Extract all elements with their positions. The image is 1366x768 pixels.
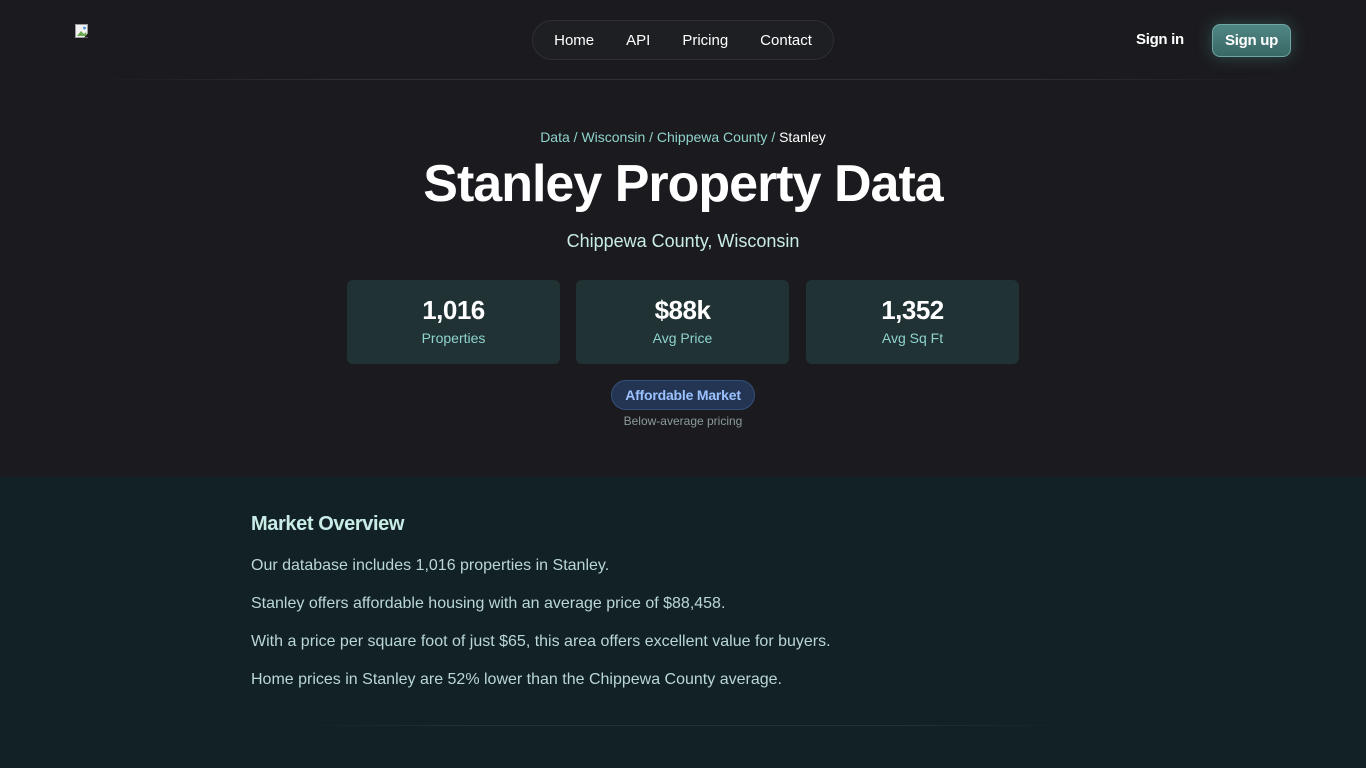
overview-paragraph: Stanley offers affordable housing with a… (251, 595, 726, 612)
nav-contact-link[interactable]: Contact (744, 32, 828, 49)
market-overview-section: Market Overview Our database includes 1,… (0, 477, 1366, 768)
site-header: Home API Pricing Contact Sign in Sign up (0, 0, 1366, 80)
broken-image-icon[interactable] (75, 24, 92, 40)
breadcrumb-separator: / (649, 129, 654, 145)
breadcrumb-county-link[interactable]: Chippewa County (657, 129, 768, 145)
page-subtitle: Chippewa County, Wisconsin (566, 231, 800, 251)
breadcrumb: Data / Wisconsin / Chippewa County / Sta… (0, 129, 1366, 145)
main-nav: Home API Pricing Contact (532, 20, 834, 60)
market-badge: Affordable Market (611, 380, 755, 410)
nav-pricing-link[interactable]: Pricing (666, 32, 744, 49)
nav-home-link[interactable]: Home (538, 32, 610, 49)
stat-value: $88k (654, 295, 711, 325)
stat-label: Avg Price (652, 330, 713, 346)
market-badge-note: Below-average pricing (623, 414, 743, 428)
stat-card-avg-price: $88k Avg Price (576, 280, 789, 364)
stat-value: 1,016 (422, 295, 485, 325)
breadcrumb-separator: / (573, 129, 578, 145)
stat-card-properties: 1,016 Properties (347, 280, 560, 364)
header-divider (90, 79, 1276, 80)
breadcrumb-current: Stanley (779, 129, 826, 145)
nav-api-link[interactable]: API (610, 32, 666, 49)
stat-card-avg-sqft: 1,352 Avg Sq Ft (806, 280, 1019, 364)
section-divider (290, 725, 1076, 726)
sign-in-link[interactable]: Sign in (1136, 31, 1184, 48)
breadcrumb-separator: / (771, 129, 776, 145)
overview-paragraph: Home prices in Stanley are 52% lower tha… (251, 671, 782, 688)
sign-up-button[interactable]: Sign up (1212, 24, 1291, 57)
overview-paragraph: Our database includes 1,016 properties i… (251, 557, 610, 574)
breadcrumb-data-link[interactable]: Data (540, 129, 570, 145)
stat-label: Properties (421, 330, 486, 346)
stat-label: Avg Sq Ft (881, 330, 944, 346)
breadcrumb-wisconsin-link[interactable]: Wisconsin (581, 129, 645, 145)
page-title: Stanley Property Data (423, 155, 943, 213)
overview-paragraph: With a price per square foot of just $65… (251, 633, 831, 650)
stat-value: 1,352 (881, 295, 944, 325)
section-heading: Market Overview (251, 513, 404, 535)
